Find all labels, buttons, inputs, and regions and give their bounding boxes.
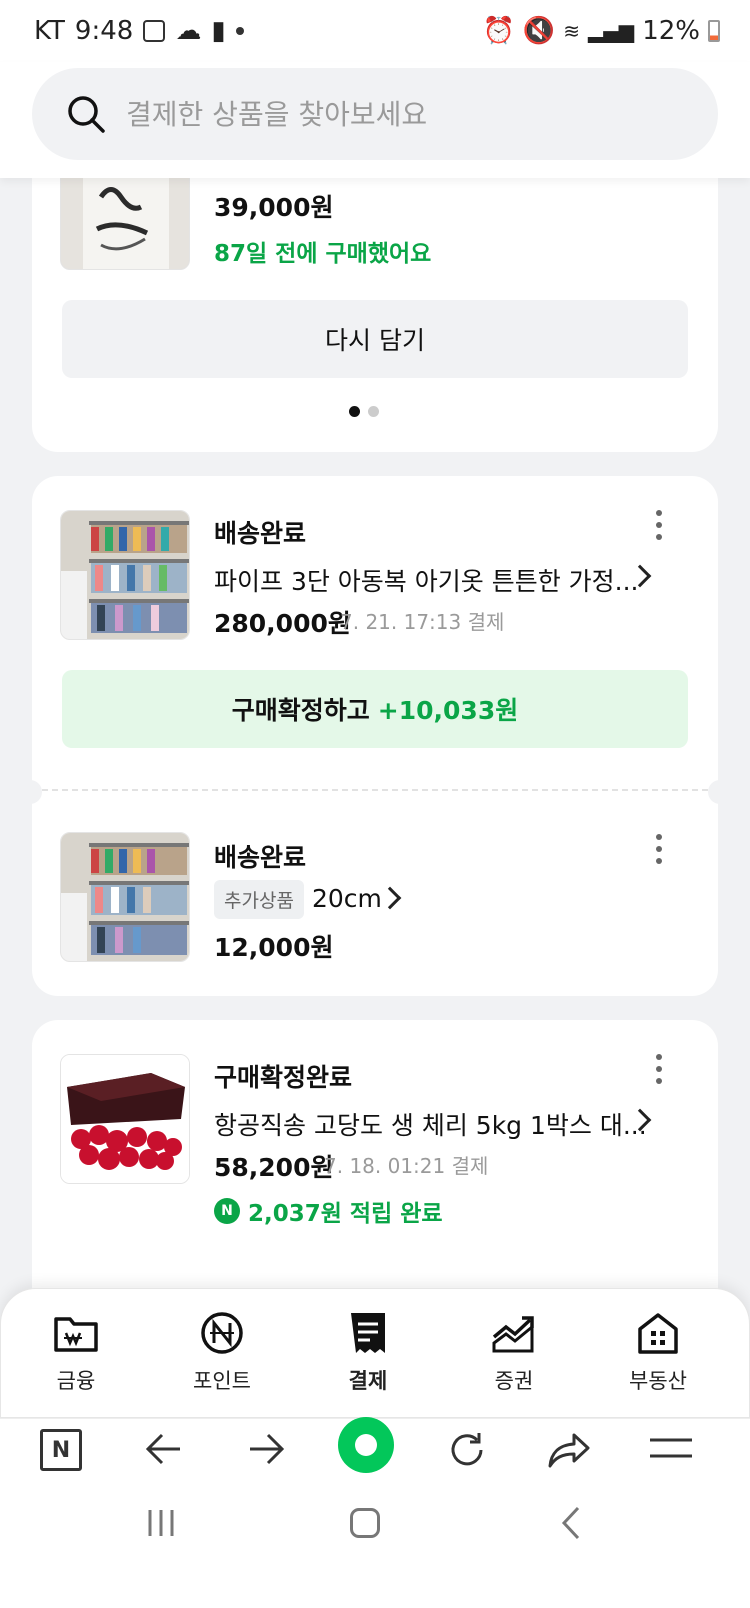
payment-date: 7. 21. 17:13 결제 xyxy=(340,610,505,634)
order-price: 280,000원 xyxy=(214,609,351,638)
product-thumbnail-rack[interactable] xyxy=(60,832,190,962)
time-label: 9:48 xyxy=(74,16,134,46)
share-icon[interactable] xyxy=(546,1431,592,1473)
nav-item-payment[interactable]: 결제 xyxy=(313,1311,423,1395)
order-status: 배송완료 xyxy=(214,519,307,548)
wifi-icon: ≋ xyxy=(563,19,581,43)
reward-text: 2,037원 적립 완료 xyxy=(248,1201,443,1227)
carousel-dot[interactable] xyxy=(368,406,379,417)
app-notification-icon xyxy=(143,20,166,42)
status-bar: KT 9:48 ☁ ▮ ⏰ 🔇 ≋ ▂▄▆ 12% xyxy=(0,0,750,62)
order-price: 12,000원 xyxy=(214,933,334,962)
more-notifications-icon xyxy=(235,27,244,35)
product-title[interactable]: 항공직송 고당도 생 체리 5kg 1박스 대... xyxy=(214,1106,647,1142)
back-icon[interactable] xyxy=(560,1506,582,1544)
search-bar[interactable] xyxy=(32,68,718,160)
more-options-icon[interactable] xyxy=(654,1054,664,1088)
order-price: 58,200원 xyxy=(214,1153,334,1182)
house-icon xyxy=(633,1311,683,1355)
confirm-label: 구매확정하고 xyxy=(231,696,370,725)
order-status: 배송완료 xyxy=(214,843,307,872)
naver-home-icon[interactable]: N xyxy=(40,1429,82,1471)
stock-chart-icon xyxy=(489,1311,539,1355)
divider xyxy=(32,789,718,791)
system-nav-bar xyxy=(0,1506,750,1608)
nav-label: 증권 xyxy=(494,1369,534,1393)
naver-point-icon: N xyxy=(214,1198,240,1224)
confirm-purchase-button[interactable]: 구매확정하고 +10,033원 xyxy=(62,670,688,748)
nav-item-finance[interactable]: 금융 xyxy=(21,1311,131,1395)
product-thumbnail-book[interactable] xyxy=(60,166,190,270)
product-title[interactable]: 파이프 3단 아동복 아기옷 튼튼한 가정... xyxy=(214,562,638,598)
home-icon[interactable] xyxy=(350,1508,380,1538)
nav-item-realestate[interactable]: 부동산 xyxy=(603,1311,713,1395)
nav-label: 결제 xyxy=(348,1369,388,1393)
search-input[interactable] xyxy=(126,97,686,131)
nav-label: 부동산 xyxy=(629,1369,687,1393)
order-card-3: 구매확정완료 항공직송 고당도 생 체리 5kg 1박스 대... 58,200… xyxy=(32,1020,718,1320)
carrier-label: KT xyxy=(34,16,65,46)
rebuy-button[interactable]: 다시 담기 xyxy=(62,300,688,378)
rebuy-label: 다시 담기 xyxy=(325,326,425,355)
forward-arrow-icon[interactable] xyxy=(246,1431,286,1471)
receipt-icon xyxy=(343,1311,393,1355)
product-thumbnail-cherry[interactable] xyxy=(60,1054,190,1184)
browser-toolbar: N xyxy=(0,1417,750,1518)
payment-date: 7. 18. 01:21 결제 xyxy=(324,1154,489,1178)
back-arrow-icon[interactable] xyxy=(144,1431,184,1471)
signal-icon: ▂▄▆ xyxy=(588,19,635,43)
order-price: 39,000원 xyxy=(214,193,334,222)
order-status: 구매확정완료 xyxy=(214,1063,353,1092)
cloud-icon: ☁ xyxy=(175,16,202,46)
chevron-right-icon[interactable] xyxy=(378,886,402,910)
more-options-icon[interactable] xyxy=(654,834,664,868)
product-option[interactable]: 20cm xyxy=(312,884,382,913)
nav-item-stocks[interactable]: 증권 xyxy=(459,1311,569,1395)
carousel-dot-active[interactable] xyxy=(349,406,360,417)
search-icon xyxy=(66,94,106,134)
carousel-dots xyxy=(349,406,379,417)
additional-item-tag: 추가상품 xyxy=(214,880,304,919)
search-header xyxy=(0,62,750,178)
order-card-2: 배송완료 파이프 3단 아동복 아기옷 튼튼한 가정... 280,000원 7… xyxy=(18,476,732,996)
nav-label: 금융 xyxy=(56,1369,96,1393)
bottom-nav: 금융 포인트 결제 증권 부동산 xyxy=(0,1288,750,1418)
refresh-icon[interactable] xyxy=(446,1429,488,1475)
recent-apps-icon[interactable] xyxy=(146,1508,176,1542)
divider-notch xyxy=(708,780,732,804)
point-reward: N 2,037원 적립 완료 xyxy=(214,1194,443,1228)
mute-icon: 🔇 xyxy=(522,16,556,46)
battery-label: 12% xyxy=(642,16,700,46)
battery-alert-icon: ▮ xyxy=(211,16,226,46)
product-thumbnail-rack[interactable] xyxy=(60,510,190,640)
purchase-note: 87일 전에 구매했어요 xyxy=(214,241,432,267)
divider-notch xyxy=(18,780,42,804)
wallet-icon xyxy=(51,1311,101,1355)
green-dot-button[interactable] xyxy=(338,1417,394,1473)
nav-label: 포인트 xyxy=(193,1369,251,1393)
menu-icon[interactable] xyxy=(650,1437,692,1463)
more-options-icon[interactable] xyxy=(654,510,664,544)
point-icon xyxy=(197,1311,247,1355)
confirm-reward: +10,033원 xyxy=(377,696,519,725)
battery-icon xyxy=(708,20,720,42)
nav-item-points[interactable]: 포인트 xyxy=(167,1311,277,1395)
alarm-icon: ⏰ xyxy=(482,16,515,46)
